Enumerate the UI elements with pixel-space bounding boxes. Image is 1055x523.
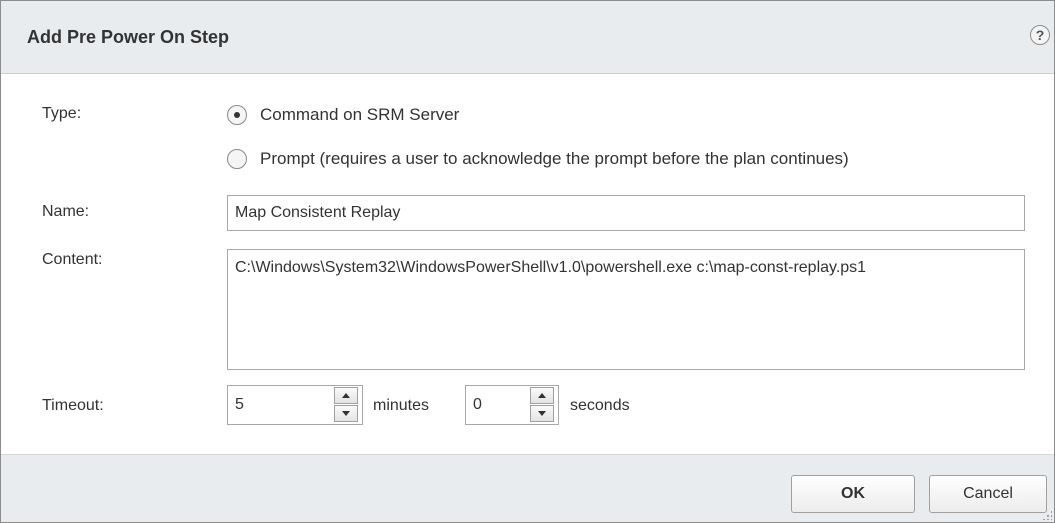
seconds-stepper[interactable]: [465, 385, 559, 425]
radio-selected-dot: [234, 112, 240, 118]
add-pre-power-on-step-dialog: Add Pre Power On Step ? Type: Command on…: [0, 0, 1055, 523]
arrow-up-icon: [342, 393, 350, 398]
radio-label-command[interactable]: Command on SRM Server: [260, 105, 459, 125]
seconds-unit-label: seconds: [570, 397, 630, 414]
radio-command-on-srm-server[interactable]: [227, 105, 247, 125]
minutes-unit-label: minutes: [373, 397, 430, 414]
content-textarea[interactable]: C:\Windows\System32\WindowsPowerShell\v1…: [227, 249, 1025, 370]
minutes-stepper[interactable]: [227, 385, 363, 425]
name-input[interactable]: [227, 195, 1025, 231]
help-icon[interactable]: ?: [1030, 25, 1050, 45]
radio-prompt[interactable]: [227, 149, 247, 169]
dialog-title: Add Pre Power On Step: [27, 27, 230, 47]
minutes-spin-buttons: [330, 386, 362, 424]
type-label: Type:: [42, 105, 82, 122]
seconds-input[interactable]: [466, 386, 528, 424]
arrow-up-icon: [538, 393, 546, 398]
minutes-input[interactable]: [228, 386, 332, 424]
timeout-label: Timeout:: [42, 397, 104, 414]
dialog-header: Add Pre Power On Step ?: [1, 1, 1054, 74]
arrow-down-icon: [342, 411, 350, 416]
seconds-spin-buttons: [526, 386, 558, 424]
minutes-increment-button[interactable]: [334, 387, 358, 404]
seconds-increment-button[interactable]: [530, 387, 554, 404]
name-label: Name:: [42, 203, 90, 220]
cancel-button[interactable]: Cancel: [929, 475, 1047, 513]
ok-button[interactable]: OK: [791, 475, 915, 513]
seconds-decrement-button[interactable]: [530, 405, 554, 422]
arrow-down-icon: [538, 411, 546, 416]
radio-label-prompt[interactable]: Prompt (requires a user to acknowledge t…: [260, 149, 849, 169]
minutes-decrement-button[interactable]: [334, 405, 358, 422]
content-label: Content:: [42, 251, 103, 268]
